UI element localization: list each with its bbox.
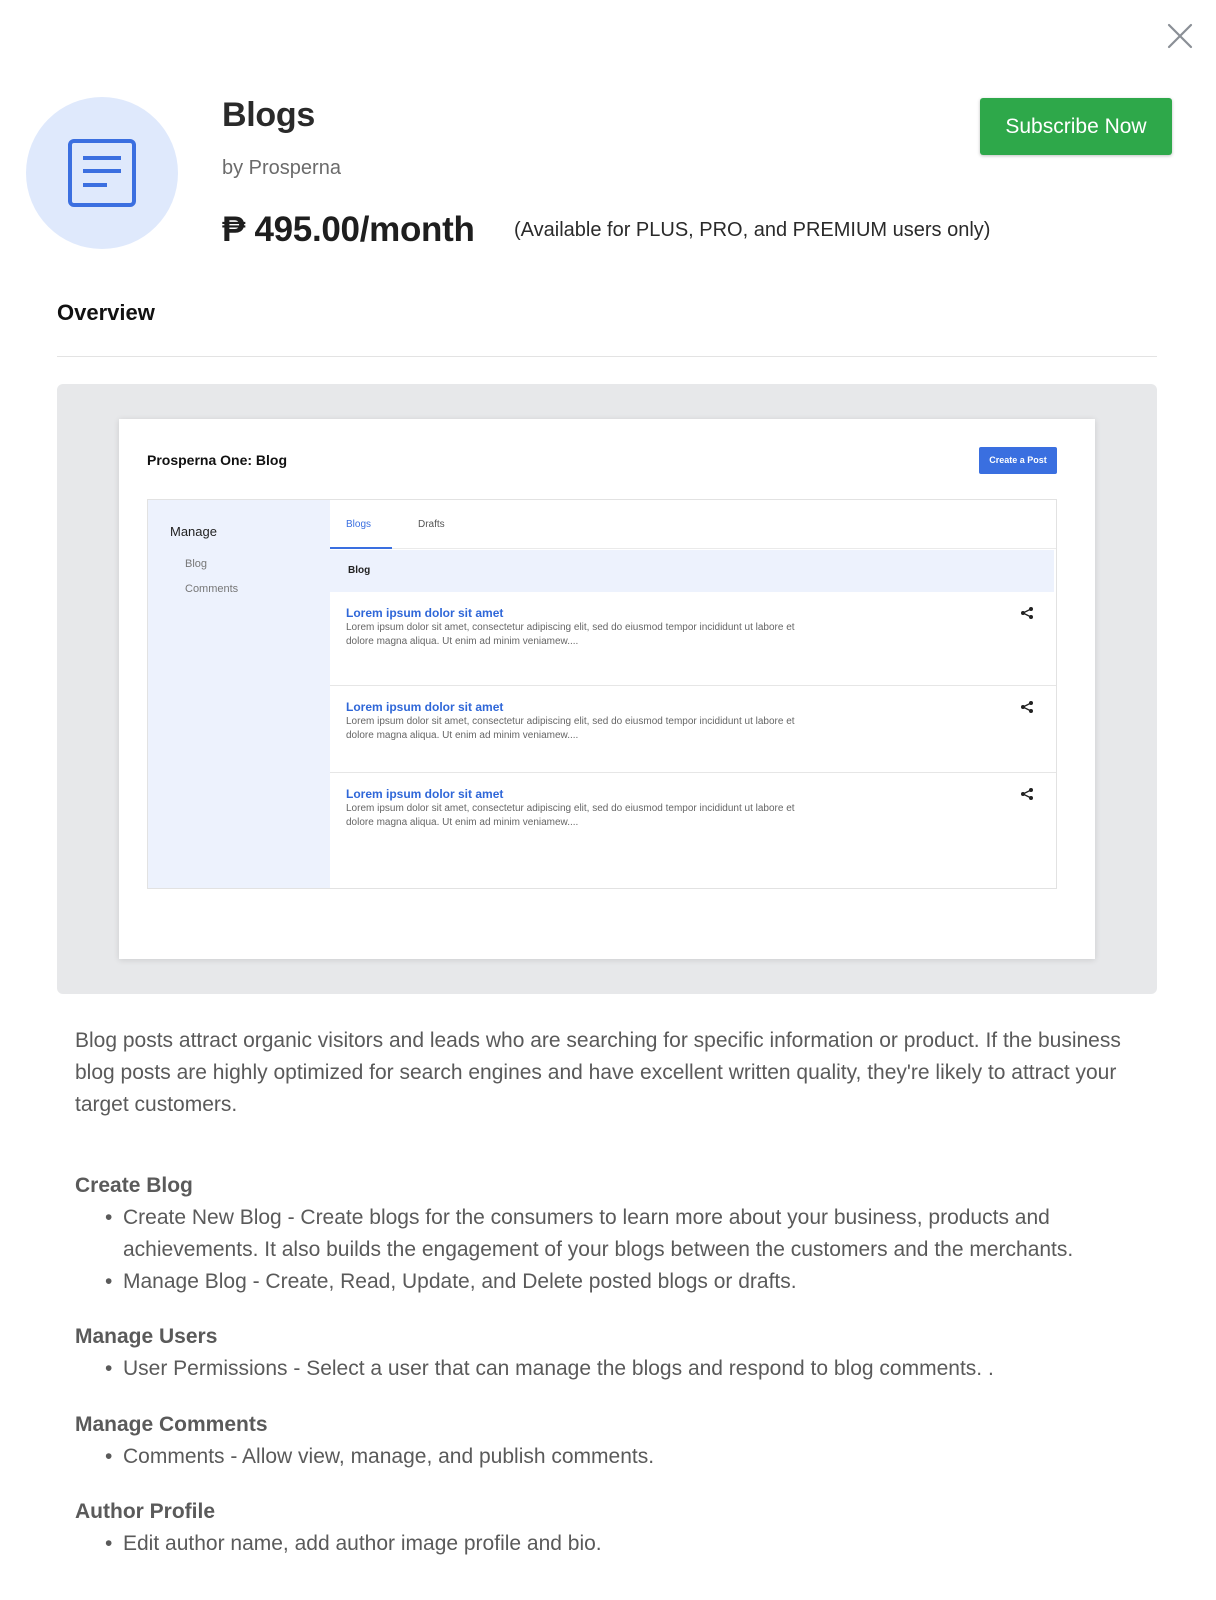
preview-tab-blogs: Blogs [346, 519, 372, 530]
feature-item-text: Comments - Allow view, manage, and publi… [123, 1445, 655, 1468]
feature-heading: Manage Comments [75, 1413, 268, 1436]
divider [57, 356, 1157, 357]
app-title: Blogs [222, 96, 315, 134]
feature-item-text: Edit author name, add author image profi… [123, 1532, 602, 1555]
preview-sidebar-item-comments: Comments [185, 583, 239, 595]
preview-post-excerpt-line: dolore magna aliqua. Ut enim ad minim ve… [346, 636, 579, 647]
feature-list: • User Permissions - Select a user that c… [75, 1353, 1155, 1385]
preview-list-header-label: Blog [348, 565, 371, 576]
create-post-button: Create a Post [979, 447, 1057, 474]
feature-item-text: Create New Blog - Create blogs for the c… [123, 1206, 1074, 1261]
app-icon [26, 97, 178, 249]
feature-section-author-profile: Author Profile • Edit author name, add au… [75, 1498, 1155, 1560]
feature-item-text: User Permissions - Select a user that ca… [123, 1357, 994, 1380]
app-description: Blog posts attract organic visitors and … [75, 1029, 1121, 1116]
feature-heading: Create Blog [75, 1174, 193, 1197]
share-icon [1021, 701, 1033, 713]
feature-heading: Author Profile [75, 1500, 215, 1523]
feature-item: • Create New Blog - Create blogs for the … [105, 1206, 1074, 1261]
preview-post-excerpt: Lorem ipsum dolor sit amet, consectetur … [346, 715, 906, 743]
tab-overview[interactable]: Overview [57, 300, 155, 326]
preview-card: Prosperna One: Blog Create a Post Manage… [119, 419, 1095, 959]
feature-list: • Edit author name, add author image prof… [75, 1528, 1155, 1560]
preview-post-title: Lorem ipsum dolor sit amet [346, 787, 504, 801]
subscribe-now-button[interactable]: Subscribe Now [980, 98, 1172, 155]
preview-post-excerpt-line: Lorem ipsum dolor sit amet, consectetur … [346, 622, 795, 633]
preview-post-excerpt-line: dolore magna aliqua. Ut enim ad minim ve… [346, 730, 579, 741]
close-icon [1167, 23, 1193, 49]
preview-image: Prosperna One: Blog Create a Post Manage… [57, 384, 1157, 994]
preview-tab-underline [330, 547, 392, 549]
preview-tabs-rule [330, 548, 1056, 549]
close-button[interactable] [1166, 22, 1194, 50]
preview-post-title: Lorem ipsum dolor sit amet [346, 606, 504, 620]
app-publisher: by Prosperna [222, 157, 341, 179]
feature-list: • Comments - Allow view, manage, and publ… [75, 1441, 1155, 1473]
feature-item: • Manage Blog - Create, Read, Update, and… [105, 1270, 797, 1293]
preview-post-excerpt-line: Lorem ipsum dolor sit amet, consectetur … [346, 716, 795, 727]
preview-post: Lorem ipsum dolor sit amet Lorem ipsum d… [330, 592, 1056, 686]
preview-post: Lorem ipsum dolor sit amet Lorem ipsum d… [330, 686, 1056, 773]
share-icon [1021, 788, 1033, 800]
share-icon [1021, 607, 1033, 619]
preview-title: Prosperna One: Blog [147, 452, 288, 468]
feature-item: • User Permissions - Select a user that c… [105, 1357, 994, 1380]
preview-sidebar-heading: Manage [170, 524, 217, 539]
feature-section-manage-comments: Manage Comments • Comments - Allow view, … [75, 1411, 1155, 1473]
document-icon [68, 139, 136, 207]
availability-note: (Available for PLUS, PRO, and PREMIUM us… [514, 219, 991, 241]
preview-panel: Manage Blog Comments Blogs Drafts Blog L… [147, 499, 1057, 889]
feature-item: • Comments - Allow view, manage, and publ… [105, 1445, 655, 1468]
preview-post-excerpt-line: Lorem ipsum dolor sit amet, consectetur … [346, 803, 795, 814]
feature-heading: Manage Users [75, 1325, 218, 1348]
preview-sidebar-item-blog: Blog [185, 558, 208, 570]
feature-list: • Create New Blog - Create blogs for the … [75, 1202, 1155, 1298]
feature-item-text: Manage Blog - Create, Read, Update, and … [123, 1270, 797, 1293]
feature-section-manage-users: Manage Users • User Permissions - Select … [75, 1323, 1155, 1385]
preview-post-excerpt: Lorem ipsum dolor sit amet, consectetur … [346, 621, 906, 649]
preview-tab-drafts: Drafts [418, 519, 445, 530]
price: ₱ 495.00/month [222, 210, 475, 249]
preview-post-excerpt: Lorem ipsum dolor sit amet, consectetur … [346, 802, 906, 830]
preview-post: Lorem ipsum dolor sit amet Lorem ipsum d… [330, 773, 1056, 863]
feature-item: • Edit author name, add author image prof… [105, 1532, 602, 1555]
preview-list-header: Blog [330, 550, 1054, 592]
preview-post-title: Lorem ipsum dolor sit amet [346, 700, 504, 714]
preview-main: Blogs Drafts Blog Lorem ipsum dolor sit … [330, 500, 1056, 888]
preview-post-excerpt-line: dolore magna aliqua. Ut enim ad minim ve… [346, 817, 579, 828]
preview-sidebar: Manage Blog Comments [148, 500, 330, 888]
feature-section-create-blog: Create Blog • Create New Blog - Create bl… [75, 1172, 1155, 1298]
